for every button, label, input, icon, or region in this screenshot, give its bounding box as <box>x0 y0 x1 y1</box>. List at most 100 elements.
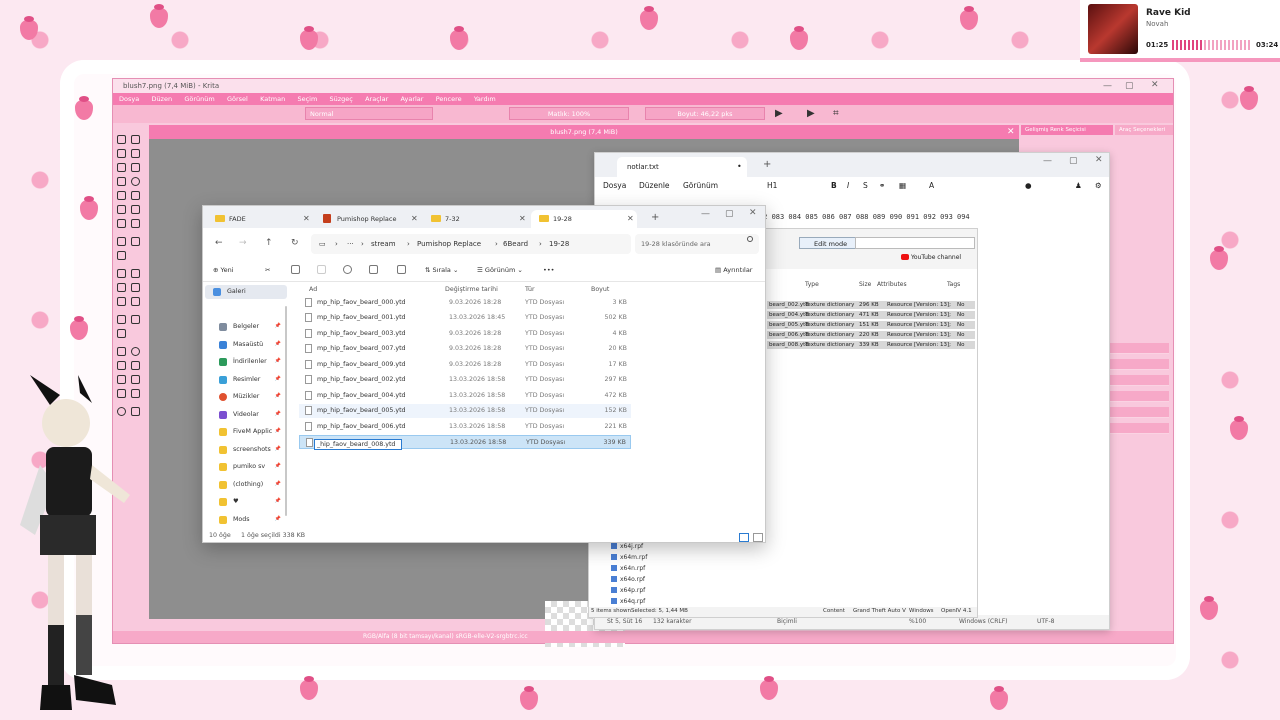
menu-window[interactable]: Pencere <box>436 95 462 103</box>
col-type[interactable]: Tür <box>525 286 535 293</box>
dynamic-brush-icon[interactable] <box>117 219 126 228</box>
file-row[interactable]: mp_hip_faov_beard_000.ytd 9.03.2026 18:2… <box>299 296 631 310</box>
select-tool-icon[interactable] <box>117 135 126 144</box>
sidebar-item-screenshots[interactable]: screenshots 📌 <box>217 443 285 457</box>
openiv-row[interactable]: beard_008.ytd Texture dictionary 339 KB … <box>767 341 975 350</box>
up-icon[interactable]: ↑ <box>265 238 273 248</box>
back-icon[interactable]: ← <box>215 238 223 248</box>
sidebar-item-music[interactable]: Müzikler 📌 <box>217 390 285 404</box>
close-icon[interactable]: ✕ <box>749 208 757 218</box>
crop-icon[interactable]: ⌗ <box>833 108 839 119</box>
close-tab-icon[interactable]: ✕ <box>411 214 418 223</box>
strikethrough-icon[interactable]: S <box>863 181 868 190</box>
fill-tool-icon[interactable] <box>117 297 126 306</box>
heading-select[interactable]: H1 <box>767 181 777 190</box>
enclose-fill-icon[interactable] <box>131 297 140 306</box>
cut-icon[interactable]: ✂ <box>265 266 270 274</box>
maximize-icon[interactable]: ▢ <box>725 209 734 219</box>
blend-mode-select[interactable]: Normal <box>305 107 433 120</box>
transform-tool-icon[interactable] <box>117 237 126 246</box>
polyline-tool-icon[interactable] <box>131 191 140 200</box>
rpf-file[interactable]: x64n.rpf <box>611 565 645 572</box>
rename-icon[interactable] <box>343 265 352 274</box>
copy-icon[interactable] <box>291 265 300 274</box>
new-tab-icon[interactable]: + <box>651 212 659 223</box>
rpf-file[interactable]: x64j.rpf <box>611 543 643 550</box>
sidebar-item-fivem[interactable]: FiveM Applic 📌 <box>217 425 285 439</box>
file-row[interactable]: mp_hip_faov_beard_009.ytd 9.03.2026 18:2… <box>299 358 631 372</box>
sidebar-item-videos[interactable]: Videolar 📌 <box>217 408 285 422</box>
sort-button[interactable]: ⇅ Sırala ⌄ <box>425 266 458 274</box>
sidebar-item-pumiko-sv[interactable]: pumiko sv 📌 <box>217 460 285 474</box>
col-type[interactable]: Type <box>805 281 819 288</box>
clear-format-icon[interactable]: A <box>929 181 934 190</box>
notepad-menu-file[interactable]: Dosya <box>603 181 626 190</box>
minimize-icon[interactable]: — <box>1043 156 1052 166</box>
notepad-menu-edit[interactable]: Düzenle <box>639 181 670 190</box>
opacity-slider[interactable]: Matlık: 100% <box>509 107 629 120</box>
line-ending[interactable]: Windows (CRLF) <box>959 618 1008 625</box>
tab-tool-options[interactable]: Araç Seçenekleri <box>1115 125 1173 135</box>
details-pane-button[interactable]: ▤ Ayrıntılar <box>715 266 753 274</box>
format-mode[interactable]: Biçimli <box>777 618 797 625</box>
sidebar-item-documents[interactable]: Belgeler 📌 <box>217 320 285 334</box>
brush-tool-icon[interactable] <box>117 163 126 172</box>
menu-view[interactable]: Görünüm <box>184 95 214 103</box>
rpf-file[interactable]: x64q.rpf <box>611 598 645 605</box>
sidebar-item-downloads[interactable]: İndirilenler 📌 <box>217 355 285 369</box>
account-icon[interactable]: ♟ <box>1075 181 1082 190</box>
rect-select-icon[interactable] <box>117 347 126 356</box>
file-row[interactable]: mp_hip_faov_beard_002.ytd 13.03.2026 18:… <box>299 373 631 387</box>
sidebar-item-pictures[interactable]: Resimler 📌 <box>217 373 285 387</box>
line-tool-icon[interactable] <box>131 163 140 172</box>
close-canvas-icon[interactable]: ✕ <box>1007 127 1015 137</box>
polygon-tool-icon[interactable] <box>117 191 126 200</box>
minimize-icon[interactable]: — <box>1103 81 1112 91</box>
col-tags[interactable]: Tags <box>947 281 960 288</box>
maximize-icon[interactable]: ▢ <box>1069 156 1078 166</box>
delete-icon[interactable] <box>397 265 406 274</box>
mirror-icon[interactable]: ▶ <box>775 108 783 119</box>
file-row[interactable]: mp_hip_faov_beard_006.ytd 13.03.2026 18:… <box>299 420 631 434</box>
sidebar-item-gallery[interactable]: Galeri <box>205 285 287 299</box>
ellipse-select-icon[interactable] <box>131 347 140 356</box>
reference-tool-icon[interactable] <box>117 329 126 338</box>
sidebar-item-desktop[interactable]: Masaüstü 📌 <box>217 338 285 352</box>
edit-shapes-icon[interactable] <box>117 149 126 158</box>
close-tab-icon[interactable]: • <box>737 162 742 171</box>
rectangle-tool-icon[interactable] <box>117 177 126 186</box>
col-date[interactable]: Değiştirme tarihi <box>445 286 498 293</box>
encoding[interactable]: UTF-8 <box>1037 618 1055 625</box>
openiv-row[interactable]: beard_005.ytd Texture dictionary 151 KB … <box>767 321 975 330</box>
close-icon[interactable]: ✕ <box>1151 80 1159 90</box>
maximize-icon[interactable]: ▢ <box>1125 81 1134 91</box>
smart-patch-icon[interactable] <box>131 283 140 292</box>
assistant-tool-icon[interactable] <box>117 315 126 324</box>
minimize-icon[interactable]: — <box>701 209 710 219</box>
sidebar-item-clothing[interactable]: (clothing) 📌 <box>217 478 285 492</box>
file-row[interactable]: mp_hip_faov_beard_003.ytd 9.03.2026 18:2… <box>299 327 631 341</box>
tab-7-32[interactable]: 7-32 ✕ <box>423 210 529 228</box>
bold-icon[interactable]: B <box>831 181 837 190</box>
share-icon[interactable] <box>369 265 378 274</box>
breadcrumb-19-28[interactable]: 19-28 <box>549 240 569 248</box>
freehand-select-icon[interactable] <box>131 361 140 370</box>
openiv-search-input[interactable] <box>855 237 975 249</box>
menu-edit[interactable]: Düzen <box>151 95 172 103</box>
youtube-channel-link[interactable]: YouTube channel <box>901 254 961 261</box>
notepad-menu-view[interactable]: Görünüm <box>683 181 718 190</box>
tab-advanced-color-selector[interactable]: Gelişmiş Renk Seçicisi <box>1021 125 1113 135</box>
file-row[interactable]: mp_hip_faov_beard_007.ytd 9.03.2026 18:2… <box>299 342 631 356</box>
sidebar-item-heart[interactable]: ♥ 📌 <box>217 495 285 509</box>
rename-input[interactable]: _hip_faov_beard_008.ytd <box>314 439 402 450</box>
bezier-tool-icon[interactable] <box>117 205 126 214</box>
ellipse-tool-icon[interactable] <box>131 177 140 186</box>
forward-icon[interactable]: → <box>239 238 247 248</box>
menu-file[interactable]: Dosya <box>119 95 139 103</box>
menu-image[interactable]: Görsel <box>227 95 248 103</box>
details-view-icon[interactable] <box>739 533 749 542</box>
sidebar-scrollbar[interactable] <box>285 306 287 516</box>
openiv-row[interactable]: beard_006.ytd Texture dictionary 220 KB … <box>767 331 975 340</box>
text-tool-icon[interactable] <box>131 135 140 144</box>
crop-tool-icon[interactable] <box>117 251 126 260</box>
